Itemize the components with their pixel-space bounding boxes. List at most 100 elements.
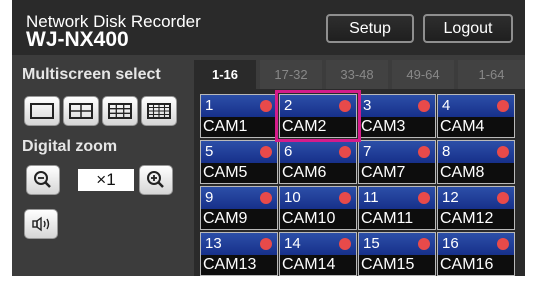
- camera-number: 10: [284, 189, 301, 206]
- recording-indicator-icon: [497, 100, 509, 112]
- camera-cell-14[interactable]: 14 CAM14: [279, 232, 357, 276]
- camera-name: CAM11: [359, 209, 435, 229]
- tab-49-64[interactable]: 49-64: [392, 60, 454, 89]
- camera-cell-header: 12: [438, 187, 514, 209]
- camera-name: CAM10: [280, 209, 356, 229]
- camera-cell-13[interactable]: 13 CAM13: [200, 232, 278, 276]
- recording-indicator-icon: [339, 146, 351, 158]
- camera-number: 16: [442, 235, 459, 252]
- camera-cell-11[interactable]: 11 CAM11: [358, 186, 436, 230]
- camera-cell-header: 8: [438, 141, 514, 163]
- channel-tabs: 1-16 17-32 33-48 49-64 1-64: [194, 60, 525, 89]
- camera-number: 1: [205, 97, 214, 114]
- camera-number: 11: [363, 189, 379, 206]
- sixteen-screen-icon: [147, 103, 171, 119]
- camera-cell-header: 1: [201, 95, 277, 117]
- camera-name: CAM14: [280, 255, 356, 275]
- camera-cell-8[interactable]: 8 CAM8: [437, 140, 515, 184]
- camera-number: 6: [284, 143, 293, 160]
- recording-indicator-icon: [260, 146, 272, 158]
- recording-indicator-icon: [497, 192, 509, 204]
- camera-name: CAM5: [201, 163, 277, 183]
- camera-cell-12[interactable]: 12 CAM12: [437, 186, 515, 230]
- camera-name: CAM6: [280, 163, 356, 183]
- layout-9-button[interactable]: [102, 96, 138, 126]
- layout-4-button[interactable]: [63, 96, 99, 126]
- camera-number: 13: [205, 235, 222, 252]
- recording-indicator-icon: [418, 192, 430, 204]
- camera-cell-header: 11: [359, 187, 435, 209]
- camera-cell-5[interactable]: 5 CAM5: [200, 140, 278, 184]
- camera-cell-header: 10: [280, 187, 356, 209]
- tab-17-32[interactable]: 17-32: [260, 60, 322, 89]
- camera-name: CAM13: [201, 255, 277, 275]
- recording-indicator-icon: [339, 238, 351, 250]
- layout-16-button[interactable]: [141, 96, 177, 126]
- recording-indicator-icon: [260, 100, 272, 112]
- recording-indicator-icon: [497, 146, 509, 158]
- layout-1-button[interactable]: [24, 96, 60, 126]
- quad-screen-icon: [69, 103, 93, 119]
- single-screen-icon: [30, 103, 54, 119]
- camera-cell-3[interactable]: 3 CAM3: [358, 94, 436, 138]
- camera-cell-header: 5: [201, 141, 277, 163]
- selected-camera-highlight: [275, 90, 361, 142]
- camera-number: 5: [205, 143, 214, 160]
- camera-cell-10[interactable]: 10 CAM10: [279, 186, 357, 230]
- recording-indicator-icon: [260, 192, 272, 204]
- camera-name: CAM12: [438, 209, 514, 229]
- zoom-out-icon: [34, 171, 51, 188]
- zoom-in-button[interactable]: [139, 165, 173, 195]
- camera-number: 4: [442, 97, 451, 114]
- camera-cell-header: 3: [359, 95, 435, 117]
- camera-cell-15[interactable]: 15 CAM15: [358, 232, 436, 276]
- multiscreen-select-label: Multiscreen select: [22, 66, 161, 83]
- zoom-out-button[interactable]: [26, 165, 60, 195]
- camera-name: CAM7: [359, 163, 435, 183]
- camera-cell-16[interactable]: 16 CAM16: [437, 232, 515, 276]
- camera-name: CAM9: [201, 209, 277, 229]
- camera-name: CAM4: [438, 117, 514, 137]
- camera-number: 14: [284, 235, 301, 252]
- camera-cell-header: 6: [280, 141, 356, 163]
- zoom-level-display: ×1: [78, 169, 134, 191]
- camera-cell-header: 4: [438, 95, 514, 117]
- tab-1-16[interactable]: 1-16: [194, 60, 256, 89]
- camera-cell-6[interactable]: 6 CAM6: [279, 140, 357, 184]
- camera-cell-header: 13: [201, 233, 277, 255]
- camera-number: 3: [363, 97, 372, 114]
- recorder-panel: Network Disk Recorder WJ-NX400 Setup Log…: [12, 0, 525, 276]
- camera-name: CAM16: [438, 255, 514, 275]
- tab-1-64[interactable]: 1-64: [458, 60, 525, 89]
- setup-button[interactable]: Setup: [326, 14, 414, 43]
- recording-indicator-icon: [418, 238, 430, 250]
- camera-number: 12: [442, 189, 459, 206]
- camera-cell-header: 14: [280, 233, 356, 255]
- camera-cell-header: 9: [201, 187, 277, 209]
- camera-cell-header: 7: [359, 141, 435, 163]
- recording-indicator-icon: [418, 146, 430, 158]
- camera-name: CAM3: [359, 117, 435, 137]
- nine-screen-icon: [108, 103, 132, 119]
- camera-name: CAM1: [201, 117, 277, 137]
- recording-indicator-icon: [260, 238, 272, 250]
- camera-name: CAM15: [359, 255, 435, 275]
- camera-number: 9: [205, 189, 214, 206]
- audio-button[interactable]: [24, 209, 58, 239]
- recording-indicator-icon: [339, 192, 351, 204]
- tab-33-48[interactable]: 33-48: [326, 60, 388, 89]
- camera-cell-9[interactable]: 9 CAM9: [200, 186, 278, 230]
- camera-number: 15: [363, 235, 380, 252]
- camera-cell-header: 15: [359, 233, 435, 255]
- logout-button[interactable]: Logout: [423, 14, 513, 43]
- camera-number: 7: [363, 143, 372, 160]
- zoom-in-icon: [147, 171, 164, 188]
- camera-cell-header: 16: [438, 233, 514, 255]
- camera-cell-1[interactable]: 1 CAM1: [200, 94, 278, 138]
- camera-number: 8: [442, 143, 451, 160]
- camera-name: CAM8: [438, 163, 514, 183]
- camera-cell-7[interactable]: 7 CAM7: [358, 140, 436, 184]
- model-title: WJ-NX400: [26, 28, 129, 51]
- recording-indicator-icon: [418, 100, 430, 112]
- camera-cell-4[interactable]: 4 CAM4: [437, 94, 515, 138]
